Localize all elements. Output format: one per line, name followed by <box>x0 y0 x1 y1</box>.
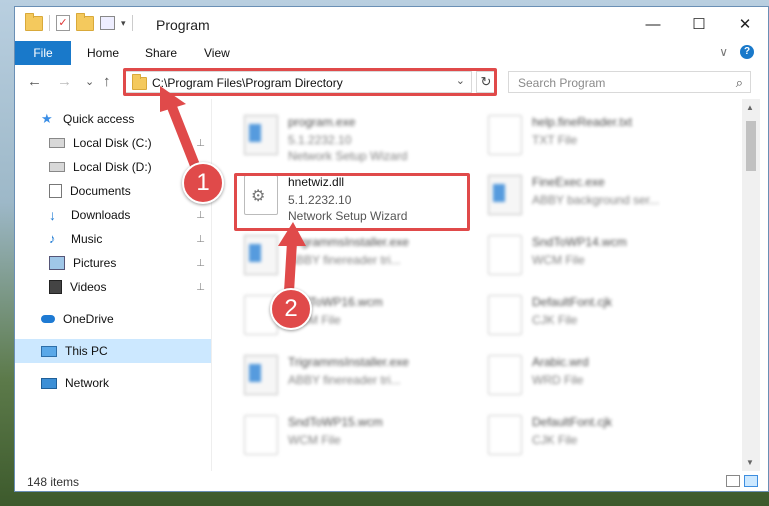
step-1-badge: 1 <box>182 162 224 204</box>
arrow-2-head <box>278 222 306 246</box>
arrow-2-shaft <box>284 237 297 297</box>
arrow-1-shaft <box>165 97 201 173</box>
annotation-arrows <box>160 86 306 297</box>
step-2-badge: 2 <box>270 288 312 330</box>
